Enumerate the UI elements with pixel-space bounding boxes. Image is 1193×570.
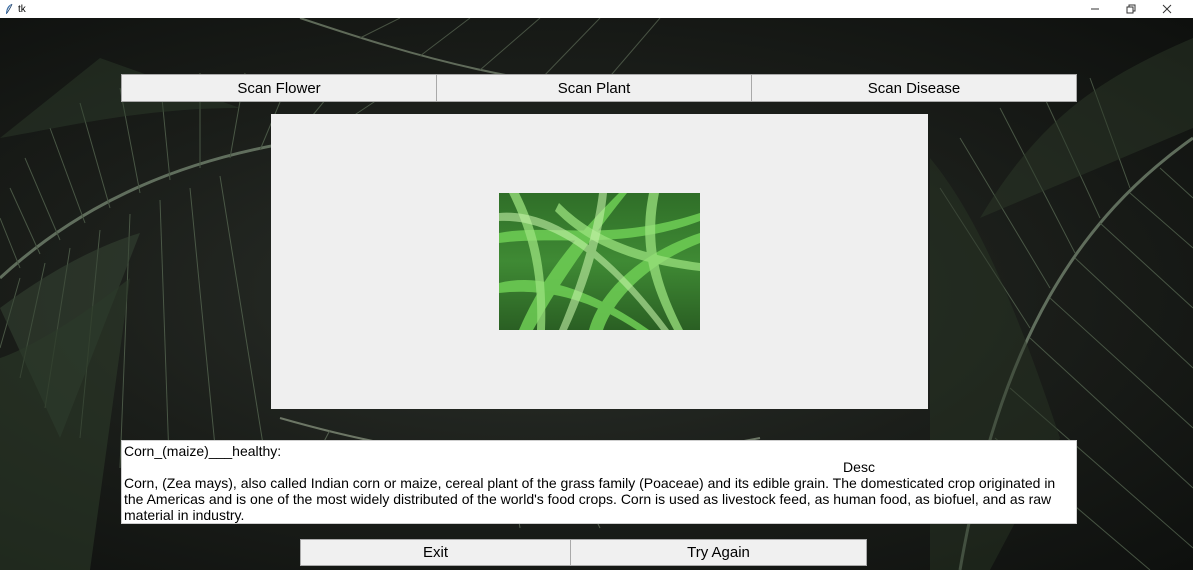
minimize-icon	[1091, 8, 1099, 10]
description-box: Corn_(maize)___healthy: Desc Corn, (Zea …	[121, 440, 1077, 524]
exit-button[interactable]: Exit	[300, 539, 571, 566]
plant-image	[499, 193, 700, 330]
desc-heading: Desc	[843, 459, 875, 475]
scan-flower-button[interactable]: Scan Flower	[121, 74, 437, 102]
try-again-button[interactable]: Try Again	[570, 539, 867, 566]
scan-plant-button[interactable]: Scan Plant	[436, 74, 752, 102]
result-label: Corn_(maize)___healthy:	[124, 443, 282, 459]
close-button[interactable]	[1149, 0, 1185, 18]
description-text: Corn, (Zea mays), also called Indian cor…	[124, 475, 1056, 523]
scan-disease-button[interactable]: Scan Disease	[751, 74, 1077, 102]
feather-icon	[6, 3, 13, 14]
restore-button[interactable]	[1113, 0, 1149, 18]
title-bar: tk	[0, 0, 1193, 18]
window-title: tk	[18, 3, 26, 15]
minimize-button[interactable]	[1077, 0, 1113, 18]
restore-icon	[1126, 4, 1136, 14]
app-window: tk Scan Flower Scan Plant Scan Disease C…	[0, 0, 1193, 570]
close-icon	[1162, 4, 1172, 14]
image-panel	[271, 114, 928, 409]
window-controls	[1077, 0, 1185, 18]
